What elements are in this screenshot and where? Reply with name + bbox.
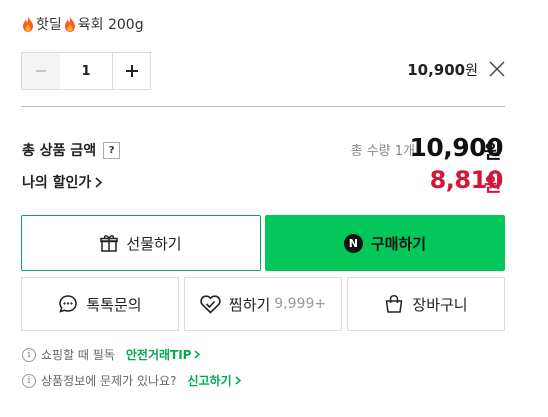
- talk-inquiry-label: 톡톡문의: [86, 295, 142, 314]
- total-amount-label-text: 총 상품 금액: [22, 143, 97, 159]
- fire-icon: [23, 16, 33, 32]
- chat-bubble-icon: [59, 295, 78, 313]
- talk-inquiry-button[interactable]: 톡톡문의: [21, 277, 179, 331]
- info-icon: i: [22, 347, 36, 362]
- buy-button-label: 구매하기: [370, 234, 427, 253]
- line-item-price-value: 10,900: [407, 61, 466, 79]
- wishlist-button[interactable]: 찜하기 9,999+: [184, 277, 342, 331]
- chevron-right-icon: [95, 176, 103, 188]
- naver-pay-icon: N: [343, 233, 363, 253]
- option-title: 핫딜 육회 200g: [22, 14, 144, 34]
- report-note: i 상품정보에 문제가 있나요? 신고하기: [22, 372, 241, 389]
- chevron-right-icon: [194, 350, 201, 359]
- heart-check-icon: [200, 294, 221, 314]
- buy-button[interactable]: N 구매하기: [265, 215, 505, 271]
- wishlist-label: 찜하기: [228, 295, 271, 314]
- line-item-price: 10,900원: [407, 60, 478, 80]
- my-discount-label: 나의 할인가: [22, 175, 92, 191]
- my-discount-link[interactable]: 나의 할인가: [22, 172, 103, 192]
- cart-button[interactable]: 장바구니: [347, 277, 505, 331]
- cart-label: 장바구니: [412, 295, 468, 314]
- report-link[interactable]: 신고하기: [187, 372, 241, 389]
- gift-icon: [100, 235, 119, 252]
- discount-currency: 원: [484, 174, 502, 196]
- option-title-hotdeal: 핫딜: [36, 17, 62, 33]
- line-item-currency: 원: [465, 63, 478, 79]
- gift-button[interactable]: 선물하기: [21, 215, 261, 271]
- plus-icon: [125, 65, 138, 77]
- total-currency: 원: [484, 141, 502, 163]
- safe-trade-tip-link[interactable]: 안전거래TIP: [126, 346, 201, 363]
- gift-button-label: 선물하기: [126, 234, 182, 253]
- report-note-text: 상품정보에 문제가 있나요?: [41, 374, 177, 388]
- total-amount-label: 총 상품 금액 ?: [22, 140, 121, 160]
- wishlist-count: 9,999+: [274, 296, 327, 312]
- report-link-label: 신고하기: [187, 374, 232, 388]
- shopping-bag-icon: [386, 294, 403, 313]
- option-title-product: 육회 200g: [77, 17, 144, 33]
- info-icon: i: [22, 373, 36, 388]
- quantity-stepper: 1: [21, 52, 151, 90]
- decrease-button[interactable]: [22, 53, 60, 89]
- increase-button[interactable]: [112, 53, 150, 89]
- help-button[interactable]: ?: [103, 141, 121, 159]
- quantity-value[interactable]: 1: [60, 53, 112, 89]
- fire-icon: [64, 16, 75, 32]
- total-quantity: 총 수량 1개: [350, 144, 415, 159]
- close-icon[interactable]: [487, 59, 507, 79]
- safe-trade-tip-label: 안전거래TIP: [125, 348, 192, 362]
- safe-trade-note: i 쇼핑할 때 필독 안전거래TIP: [22, 346, 201, 363]
- safe-trade-note-text: 쇼핑할 때 필독: [41, 348, 115, 362]
- minus-icon: [36, 70, 46, 72]
- chevron-right-icon: [235, 376, 241, 385]
- divider: [21, 106, 505, 107]
